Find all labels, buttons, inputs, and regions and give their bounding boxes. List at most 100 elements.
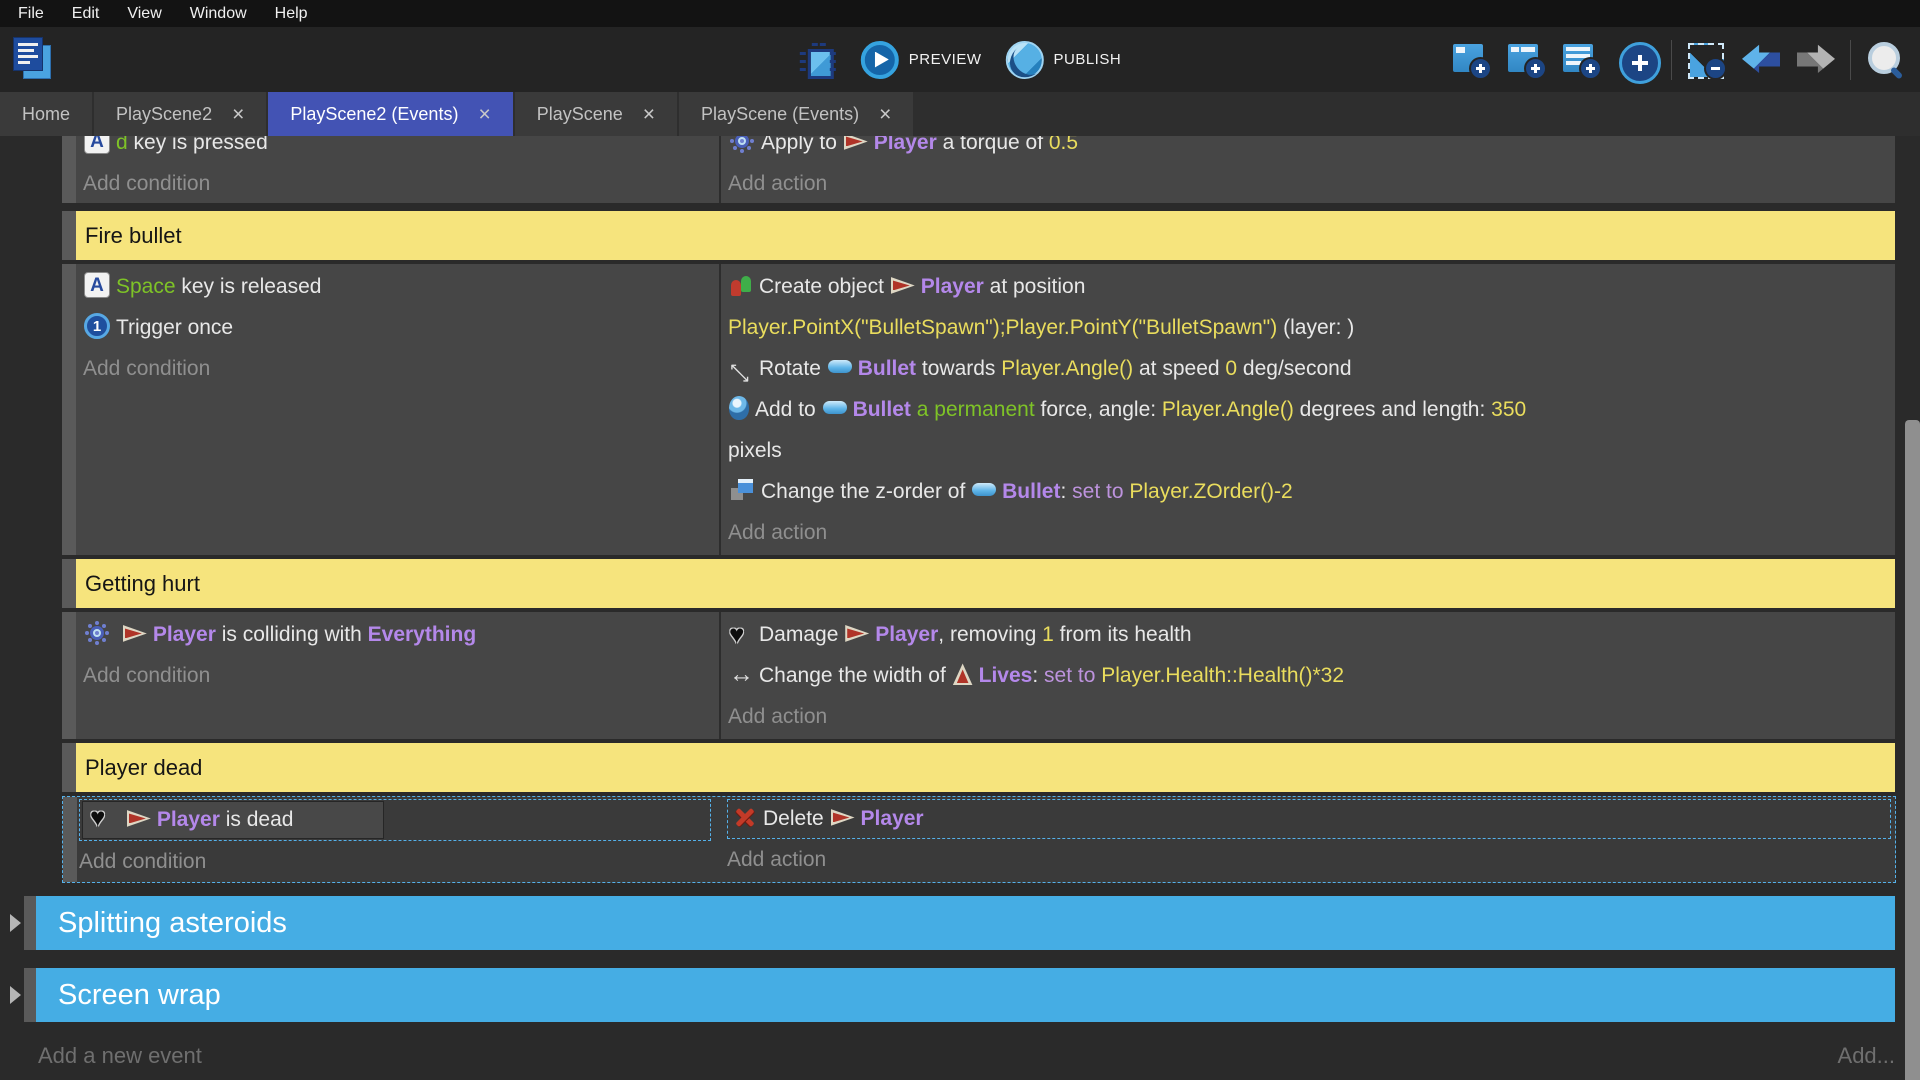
collapse-caret-icon[interactable] [10, 986, 21, 1004]
tab-close-icon[interactable]: × [643, 104, 655, 125]
player-object-icon [845, 623, 869, 643]
conditions-column: Space key is releasedTrigger onceAdd con… [76, 264, 719, 555]
add-more-button[interactable]: Add... [1838, 1043, 1895, 1069]
scrollbar-thumb[interactable] [1905, 420, 1920, 1080]
add-comment-icon[interactable] [1561, 40, 1603, 80]
conditions-column: Player is colliding with EverythingAdd c… [76, 612, 719, 739]
tab-playscene2[interactable]: PlayScene2 × [94, 92, 266, 136]
drag-handle [63, 797, 77, 882]
add-action[interactable]: Add action [727, 839, 1891, 880]
action[interactable]: Damage Player, removing 1 from its healt… [728, 614, 1895, 655]
condition[interactable]: Space key is released [83, 266, 719, 307]
comment-bar[interactable]: Fire bullet [76, 211, 1895, 260]
undo-icon[interactable] [1740, 40, 1782, 80]
tab-playscene2-events-[interactable]: PlayScene2 (Events)× [268, 92, 512, 136]
publish-button[interactable]: PUBLISH [1005, 41, 1121, 79]
tab-home[interactable]: Home [0, 92, 92, 136]
add-subevent-icon[interactable] [1506, 40, 1548, 80]
action[interactable]: Delete Player [730, 801, 1888, 837]
selection-box: Player is dead [79, 799, 711, 841]
add-action[interactable]: Add action [728, 512, 1895, 553]
comment-row[interactable]: Player dead [62, 743, 1895, 792]
action[interactable]: Create object Player at position [728, 266, 1895, 307]
comment-bar[interactable]: Getting hurt [76, 559, 1895, 608]
condition[interactable]: Player is colliding with Everything [83, 614, 719, 655]
actions-column: Delete PlayerAdd action [717, 797, 1895, 882]
condition[interactable]: Trigger once [83, 307, 719, 348]
zorder-icon [729, 478, 755, 502]
add-action[interactable]: Add action [728, 163, 1895, 203]
group-row[interactable]: Splitting asteroids [10, 896, 1895, 950]
debug-icon[interactable] [799, 40, 837, 80]
comment-text: Fire bullet [85, 223, 182, 249]
group-row[interactable]: Screen wrap [10, 968, 1895, 1022]
rotate-icon [729, 355, 753, 379]
collapse-caret-icon[interactable] [10, 914, 21, 932]
player-object-icon [831, 807, 855, 827]
group-bar[interactable]: Screen wrap [36, 968, 1895, 1022]
menu-item-help[interactable]: Help [275, 5, 308, 23]
project-manager-icon[interactable] [10, 35, 54, 83]
player-object-icon [844, 136, 868, 151]
action[interactable]: Change the width of Lives: set to Player… [728, 655, 1895, 696]
action[interactable]: pixels [728, 430, 1895, 471]
add-new-event-button[interactable]: Add a new event [38, 1043, 202, 1069]
player-object-icon [127, 808, 151, 828]
width-icon [729, 662, 753, 686]
redo-icon[interactable] [1795, 40, 1837, 80]
action[interactable]: Apply to Player a torque of 0.5 [728, 136, 1895, 163]
action[interactable]: Rotate Bullet towards Player.Angle() at … [728, 348, 1895, 389]
add-condition[interactable]: Add condition [79, 841, 711, 882]
group-bar[interactable]: Splitting asteroids [36, 896, 1895, 950]
event-row: Player is deadAdd conditionDelete Player… [62, 796, 1896, 883]
publish-icon [1005, 41, 1043, 79]
tab-close-icon[interactable]: × [232, 104, 244, 125]
event-row: d key is pressedAdd conditionApply to Pl… [62, 136, 1895, 203]
delete-icon [733, 805, 757, 829]
comment-text: Player dead [85, 755, 202, 781]
delete-selection-icon[interactable] [1685, 40, 1727, 80]
tab-close-icon[interactable]: × [478, 104, 490, 125]
scrollbar-track[interactable] [1905, 136, 1920, 1080]
tab-close-icon[interactable]: × [879, 104, 891, 125]
tab-label: PlayScene [537, 104, 623, 125]
condition[interactable]: Player is dead [82, 801, 384, 839]
bullet-object-icon [972, 483, 996, 496]
action[interactable]: Player.PointX("BulletSpawn");Player.Poin… [728, 307, 1895, 348]
add-condition[interactable]: Add condition [83, 348, 719, 389]
add-action[interactable]: Add action [728, 696, 1895, 737]
selection-box: Delete Player [727, 799, 1891, 839]
comment-bar[interactable]: Player dead [76, 743, 1895, 792]
tab-playscene-events-[interactable]: PlayScene (Events)× [679, 92, 913, 136]
force-icon [729, 396, 749, 420]
add-event-icon[interactable] [1451, 40, 1493, 80]
menu-item-file[interactable]: File [18, 5, 44, 23]
actions-column: Damage Player, removing 1 from its healt… [719, 612, 1895, 739]
sheet-footer: Add a new event Add... [38, 1043, 1895, 1069]
menu-item-window[interactable]: Window [190, 5, 247, 23]
comment-text: Getting hurt [85, 571, 200, 597]
add-circle-icon[interactable] [1616, 40, 1658, 80]
menu-item-view[interactable]: View [127, 5, 161, 23]
events-list: d key is pressedAdd conditionApply to Pl… [0, 136, 1920, 1022]
action[interactable]: Add to Bullet a permanent force, angle: … [728, 389, 1895, 430]
tab-playscene[interactable]: PlayScene × [515, 92, 677, 136]
keyboard-icon [84, 136, 110, 154]
tab-label: PlayScene2 [116, 104, 212, 125]
drag-handle [24, 968, 36, 1022]
condition[interactable]: d key is pressed [83, 136, 719, 163]
bullet-object-icon [823, 401, 847, 414]
preview-icon [861, 41, 899, 79]
add-condition[interactable]: Add condition [83, 655, 719, 696]
preview-label: PREVIEW [909, 51, 982, 68]
menu-item-edit[interactable]: Edit [72, 5, 100, 23]
actions-column: Apply to Player a torque of 0.5Add actio… [719, 136, 1895, 203]
add-condition[interactable]: Add condition [83, 163, 719, 203]
comment-row[interactable]: Fire bullet [62, 211, 1895, 260]
events-sheet: d key is pressedAdd conditionApply to Pl… [0, 136, 1920, 1080]
search-icon[interactable] [1864, 40, 1906, 80]
drag-handle [62, 136, 76, 203]
action[interactable]: Change the z-order of Bullet: set to Pla… [728, 471, 1895, 512]
comment-row[interactable]: Getting hurt [62, 559, 1895, 608]
preview-button[interactable]: PREVIEW [861, 41, 982, 79]
